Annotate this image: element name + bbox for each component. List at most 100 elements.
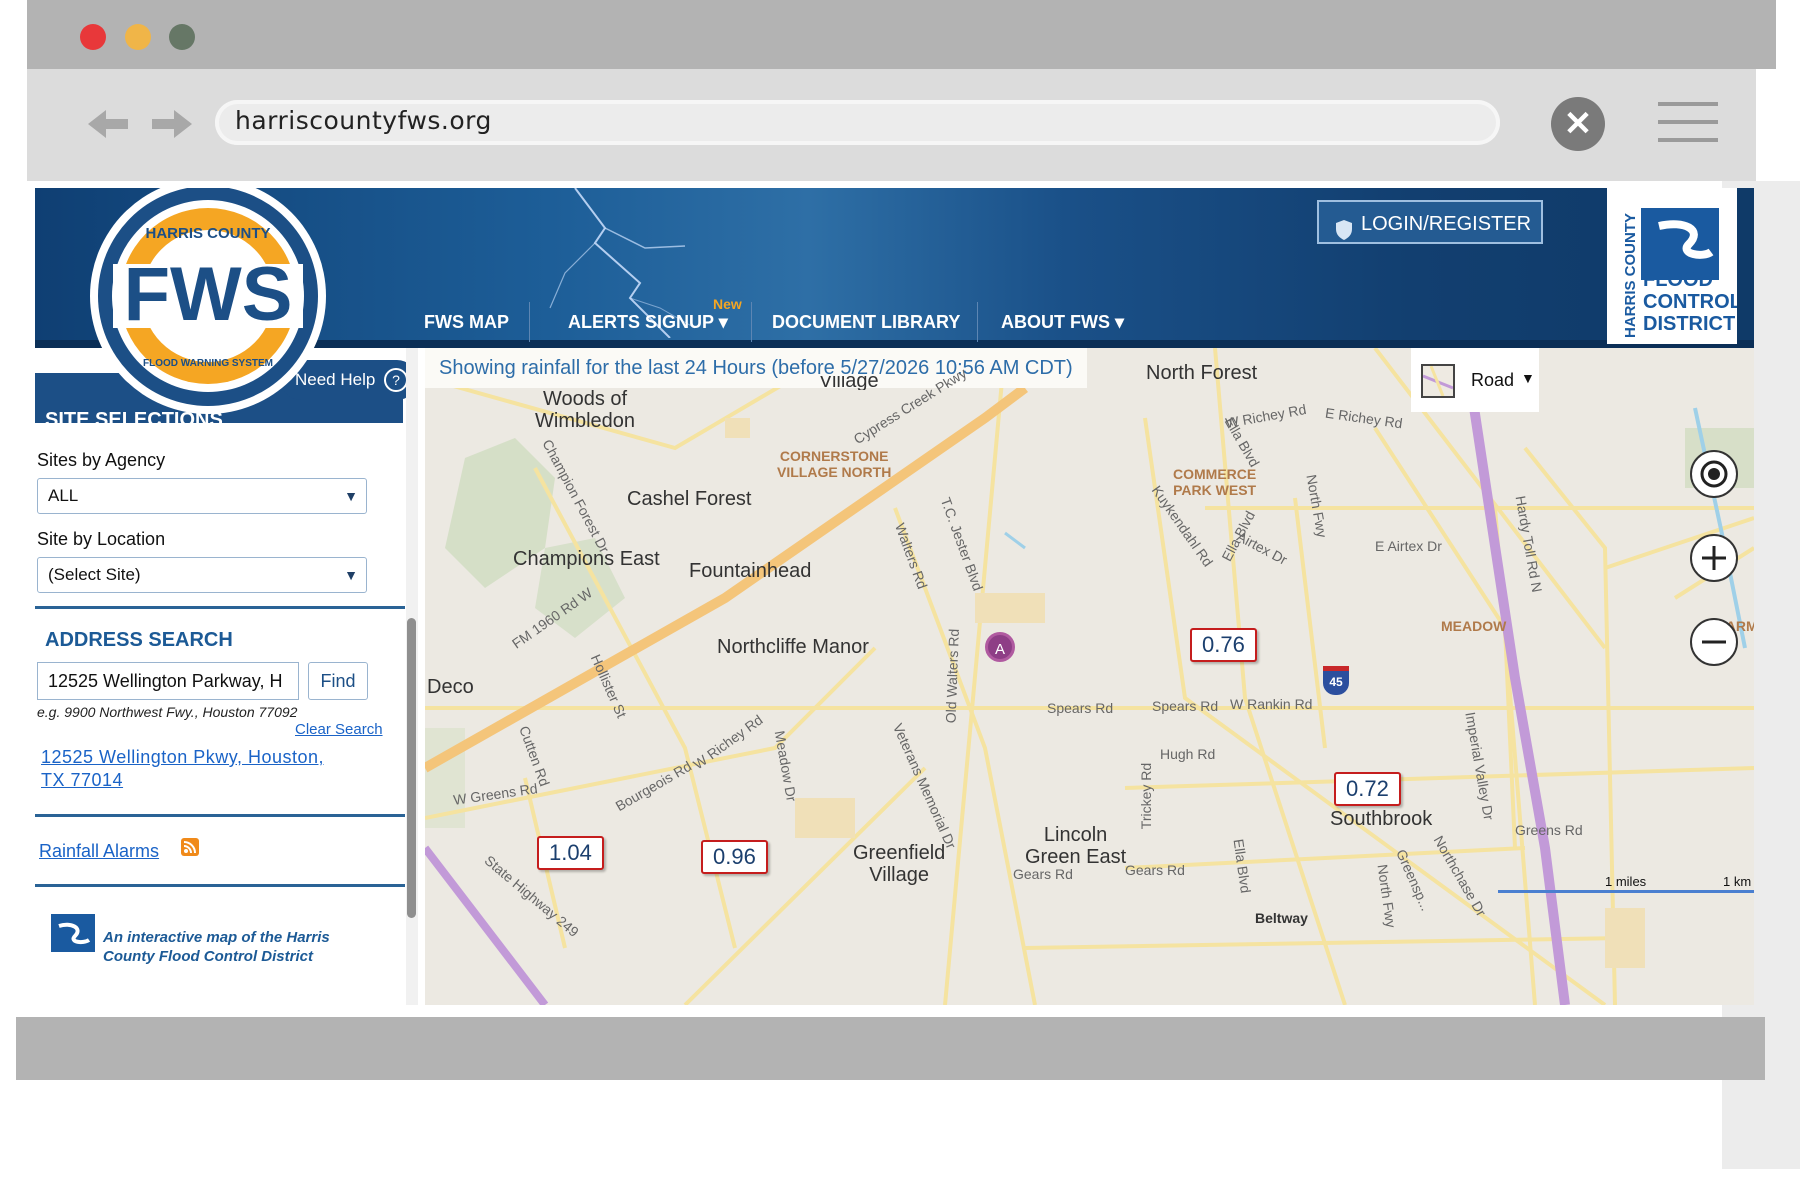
find-button[interactable]: Find <box>308 662 368 700</box>
nav-alerts-signup[interactable]: ALERTS SIGNUP ▾ <box>568 312 728 333</box>
address-search-input[interactable]: 12525 Wellington Parkway, H <box>37 662 299 700</box>
forward-arrow-icon[interactable] <box>148 104 196 149</box>
place-greenfield-line2: Village <box>869 864 929 886</box>
caret-down-icon: ▼ <box>1521 370 1535 386</box>
flood-control-district-logo[interactable]: HARRIS COUNTY FLOOD CONTROL DISTRICT <box>1607 188 1742 344</box>
rain-gauge[interactable]: 0.72 <box>1334 772 1401 806</box>
place-deco: Deco <box>427 676 474 698</box>
address-result-line2: TX 77014 <box>41 770 124 790</box>
place-greenfield-village: Greenfield Village <box>853 842 945 886</box>
fws-logo-text: FWS <box>124 252 293 337</box>
scale-bar <box>1498 890 1754 893</box>
place-lincoln-green-east: Lincoln Green East <box>1025 824 1126 868</box>
login-register-button[interactable]: LOGIN/REGISTER <box>1317 200 1543 244</box>
minimize-window-dot[interactable] <box>125 24 151 50</box>
map[interactable]: Showing rainfall for the last 24 Hours (… <box>425 348 1754 1005</box>
rss-icon[interactable] <box>181 838 199 856</box>
close-tab-icon[interactable]: ✕ <box>1551 97 1605 151</box>
road-beltway: Beltway <box>1255 910 1308 926</box>
district-logo-county: HARRIS COUNTY <box>1622 213 1639 338</box>
place-southbrook: Southbrook <box>1330 808 1433 830</box>
back-arrow-icon[interactable] <box>84 104 132 149</box>
logo-ring-bottom: FLOOD WARNING SYSTEM <box>143 358 273 369</box>
district-logo-district: DISTRICT <box>1643 313 1735 335</box>
menu-icon-bar[interactable] <box>1658 120 1718 124</box>
rainfall-alarms-link[interactable]: Rainfall Alarms <box>39 841 159 862</box>
menu-icon-bar[interactable] <box>1658 102 1718 106</box>
place-cornerstone-line1: CORNERSTONE <box>779 448 889 464</box>
nav-fws-map[interactable]: FWS MAP <box>424 312 509 333</box>
place-lincoln-line1: Lincoln <box>1043 824 1108 846</box>
rainfall-banner: Showing rainfall for the last 24 Hours (… <box>425 348 1087 388</box>
page: LOGIN/REGISTER New FWS MAP ALERTS SIGNUP… <box>35 188 1754 1005</box>
sites-by-agency-label: Sites by Agency <box>37 450 166 470</box>
scale-miles: 1 miles <box>1605 874 1647 889</box>
road-old-walters: Old Walters Rd <box>942 628 962 724</box>
nav-alerts-label: ALERTS SIGNUP <box>568 312 714 332</box>
plus-icon <box>1702 546 1726 570</box>
place-fountainhead: Fountainhead <box>689 560 812 582</box>
place-cashel-forest: Cashel Forest <box>627 488 752 510</box>
footer-tagline: An interactive map of the Harris County … <box>103 928 330 966</box>
minus-icon <box>1702 640 1726 644</box>
browser-titlebar <box>27 0 1776 69</box>
nav-separator <box>751 302 752 342</box>
sidebar-scrollbar[interactable] <box>407 618 416 918</box>
place-village-top: Village <box>819 376 879 390</box>
divider <box>35 814 405 817</box>
maximize-window-dot[interactable] <box>169 24 195 50</box>
sites-by-agency-select[interactable]: ALL ▼ <box>37 478 367 514</box>
place-cornerstone-line2: VILLAGE NORTH <box>777 464 892 480</box>
place-woods-line1: Woods of <box>542 388 628 410</box>
footer-tagline-line2: County Flood Control District <box>103 948 313 965</box>
help-icon: ? <box>384 368 409 392</box>
close-window-dot[interactable] <box>80 24 106 50</box>
caret-down-icon: ▾ <box>1115 312 1125 332</box>
clear-search-link[interactable]: Clear Search <box>295 721 383 738</box>
road-spears-1: Spears Rd <box>1047 700 1114 716</box>
district-logo-flood: FLOOD <box>1643 269 1713 291</box>
login-register-label: LOGIN/REGISTER <box>1361 213 1532 235</box>
nav-separator <box>977 302 978 342</box>
nav-about-fws[interactable]: ABOUT FWS ▾ <box>1001 312 1124 333</box>
scale-km: 1 km <box>1723 874 1752 889</box>
logo-ring-top: HARRIS COUNTY <box>145 225 270 242</box>
nav-separator <box>529 302 530 342</box>
divider <box>35 606 405 609</box>
place-lincoln-line2: Green East <box>1025 846 1127 868</box>
place-northcliffe-manor: Northcliffe Manor <box>717 636 869 658</box>
target-icon <box>1700 460 1728 488</box>
place-champions-east: Champions East <box>513 548 660 570</box>
rain-gauge[interactable]: 0.76 <box>1190 628 1257 662</box>
place-commerce-line2: PARK WEST <box>1173 482 1257 498</box>
place-commerce-line1: COMMERCE <box>1173 466 1257 482</box>
road-layer-thumbnail-icon <box>1421 364 1455 398</box>
location-marker-a[interactable]: A <box>985 632 1015 662</box>
road-trickey: Trickey Rd <box>1138 762 1155 830</box>
new-badge: New <box>713 296 742 312</box>
address-example: e.g. 9900 Northwest Fwy., Houston 77092 <box>37 704 298 720</box>
road-gears-1: Gears Rd <box>1013 866 1073 882</box>
address-result-link[interactable]: 12525 Wellington Pkwy, Houston, TX 77014 <box>41 746 324 792</box>
fws-logo[interactable]: FWS HARRIS COUNTY FLOOD WARNING SYSTEM <box>73 188 343 421</box>
divider <box>35 884 405 887</box>
site-by-location-value: (Select Site) <box>48 565 141 584</box>
zoom-out-button[interactable] <box>1690 618 1738 666</box>
site-by-location-select[interactable]: (Select Site) ▼ <box>37 557 367 593</box>
rain-gauge[interactable]: 0.96 <box>701 840 768 874</box>
road-gears-2: Gears Rd <box>1125 862 1185 878</box>
locate-me-button[interactable] <box>1690 450 1738 498</box>
menu-icon-bar[interactable] <box>1658 138 1718 142</box>
place-north-forest: North Forest <box>1146 362 1258 384</box>
url-text[interactable]: harriscountyfws.org <box>235 106 492 135</box>
caret-down-icon: ▾ <box>718 312 728 332</box>
map-layer-label: Road <box>1471 370 1515 390</box>
road-spears-2: Spears Rd <box>1152 698 1219 714</box>
nav-document-library[interactable]: DOCUMENT LIBRARY <box>772 312 960 333</box>
map-layer-select[interactable]: Road ▼ <box>1411 348 1539 412</box>
road-greens-rd: Greens Rd <box>1515 822 1583 838</box>
zoom-in-button[interactable] <box>1690 534 1738 582</box>
nav-about-label: ABOUT FWS <box>1001 312 1110 332</box>
place-commerce-park: COMMERCE PARK WEST <box>1173 466 1256 498</box>
rain-gauge[interactable]: 1.04 <box>537 836 604 870</box>
